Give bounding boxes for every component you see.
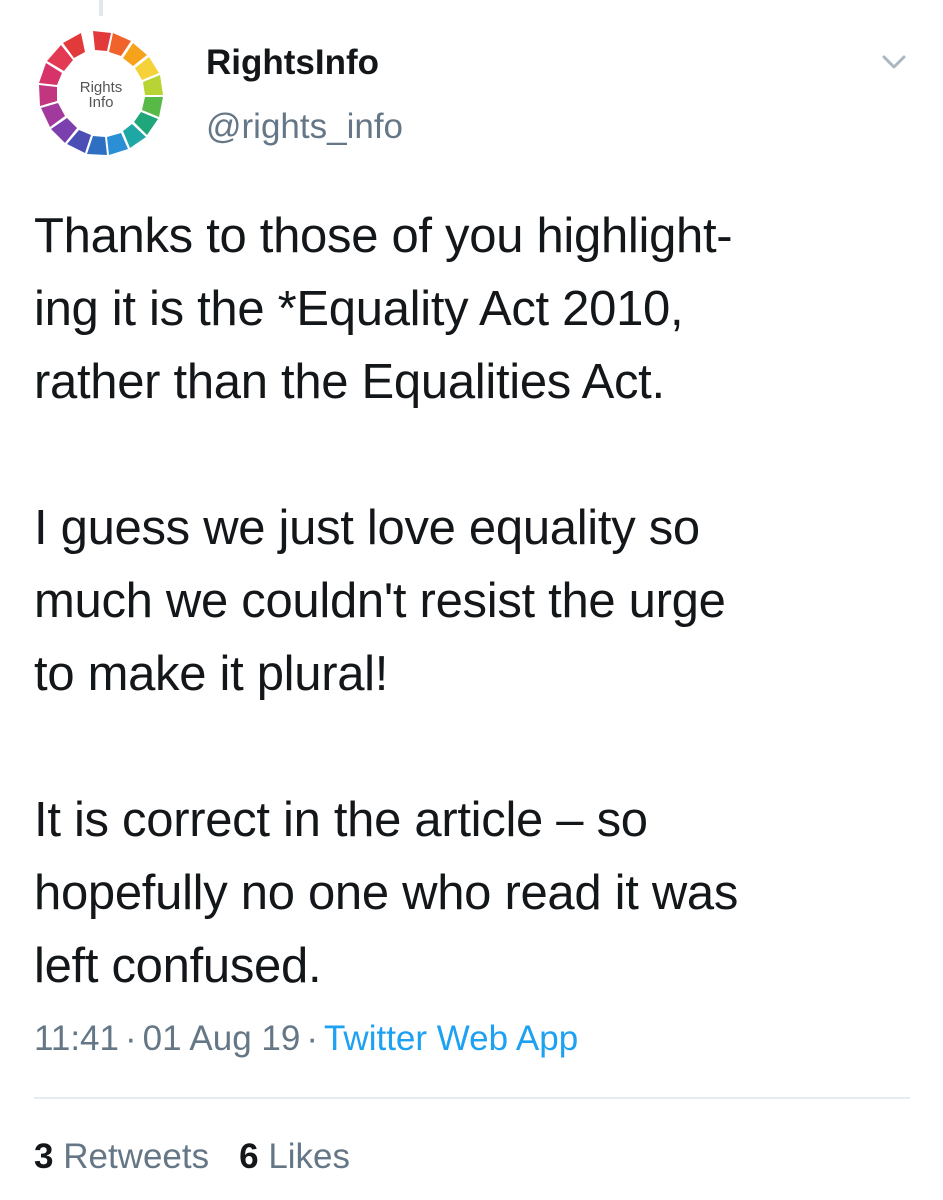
avatar-text-line2: Info [88,94,113,111]
tweet-menu-button[interactable] [876,48,912,76]
tweet-time[interactable]: 11:41 [34,1019,119,1058]
tweet-body: Thanks to those of you highlight- ing it… [34,200,924,1003]
meta-separator: · [306,1019,318,1058]
retweets-label: Retweets [63,1137,210,1176]
meta-separator: · [125,1019,137,1058]
tweet-date[interactable]: 01 Aug 19 [143,1019,301,1058]
likes-stat[interactable]: 6 Likes [239,1137,350,1176]
tweet-stats: 3 Retweets 6 Likes [34,1135,350,1179]
thread-connector-line [99,0,103,16]
tweet-paragraph: It is correct in the article – so hopefu… [34,793,739,993]
tweet-paragraph: Thanks to those of you highlight- ing it… [34,209,733,409]
likes-label: Likes [268,1137,351,1176]
author-handle[interactable]: @rights_info [206,106,403,148]
tweet-paragraph: I guess we just love equality so much we… [34,501,726,701]
rightsinfo-logo-icon: Rights Info [39,31,163,155]
divider [34,1097,910,1099]
retweets-count: 3 [34,1137,54,1176]
tweet-source-link[interactable]: Twitter Web App [324,1019,578,1058]
likes-count: 6 [239,1137,259,1176]
tweet-metadata: 11:41 · 01 Aug 19 · Twitter Web App [34,1017,578,1061]
author-display-name[interactable]: RightsInfo [206,42,379,84]
avatar[interactable]: Rights Info [38,30,164,156]
retweets-stat[interactable]: 3 Retweets [34,1137,209,1176]
chevron-down-icon [882,55,906,69]
